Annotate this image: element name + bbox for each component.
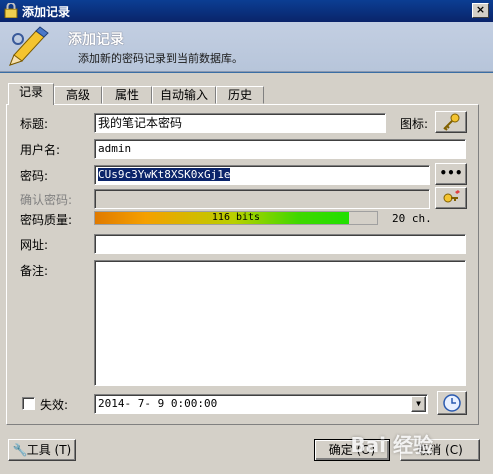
window-title: 添加记录 (22, 5, 71, 19)
generate-password-button[interactable] (435, 187, 467, 209)
tools-button-label: 工具 (T) (26, 443, 72, 457)
expires-checkbox[interactable] (22, 397, 35, 410)
dropdown-arrow-icon[interactable]: ▼ (411, 396, 426, 412)
tab-properties[interactable]: 属性 (102, 86, 152, 104)
title-label: 标题: (20, 117, 49, 131)
expiry-date-picker[interactable]: 2014- 7- 9 0:00:00 ▼ (94, 394, 428, 414)
show-password-button[interactable]: ••• (435, 163, 467, 185)
icon-picker-button[interactable] (435, 111, 467, 133)
tab-advanced[interactable]: 高级 (54, 86, 102, 104)
tools-icon: 🔧 (12, 443, 28, 457)
password-quality-text: 116 bits (211, 212, 261, 223)
password-label: 密码: (20, 169, 49, 183)
quality-label: 密码质量: (20, 213, 73, 227)
password-input[interactable]: CUs9c3YwKt8XSK0xGj1e (94, 165, 430, 185)
tab-auto-type[interactable]: 自动输入 (152, 86, 216, 104)
expiry-presets-button[interactable] (437, 391, 467, 415)
confirm-password-input[interactable] (94, 189, 430, 209)
password-length: 20 ch. (392, 212, 432, 225)
key-generator-icon (443, 190, 460, 203)
expires-label: 失效: (40, 398, 69, 412)
url-label: 网址: (20, 238, 49, 252)
expiry-date-value: 2014- 7- 9 0:00:00 (98, 397, 218, 410)
title-bar[interactable]: 添加记录 × (0, 0, 493, 22)
username-label: 用户名: (20, 143, 61, 157)
icon-label: 图标: (400, 117, 429, 131)
title-input[interactable]: 我的笔记本密码 (94, 113, 386, 133)
tab-history[interactable]: 历史 (216, 86, 264, 104)
notes-textarea[interactable] (94, 260, 466, 386)
key-pencil-icon (9, 26, 49, 66)
dialog-body: 记录 高级 属性 自动输入 历史 标题: 我的笔记本密码 图标: 用户名: ad… (0, 73, 493, 474)
tab-record[interactable]: 记录 (8, 83, 54, 105)
header-banner: 添加记录 添加新的密码记录到当前数据库。 (0, 22, 493, 72)
add-entry-window: 添加记录 × 添加记录 添加新的密码记录到当前数据库。 记录 高级 属性 自动输… (0, 0, 493, 474)
banner-subtitle: 添加新的密码记录到当前数据库。 (78, 52, 243, 65)
password-quality-bar: 116 bits (94, 211, 378, 225)
notes-label: 备注: (20, 264, 49, 278)
lock-icon (4, 3, 18, 18)
key-icon (443, 113, 460, 131)
tools-button[interactable]: 🔧工具 (T) (8, 439, 76, 461)
url-input[interactable] (94, 234, 466, 254)
password-text: CUs9c3YwKt8XSK0xGj1e (98, 168, 231, 181)
watermark: Bai 经验 (350, 433, 433, 457)
clock-icon (443, 394, 461, 412)
close-button[interactable]: × (472, 3, 489, 18)
confirm-password-label: 确认密码: (20, 193, 73, 207)
banner-title: 添加记录 (68, 32, 124, 48)
username-input[interactable]: admin (94, 139, 466, 159)
